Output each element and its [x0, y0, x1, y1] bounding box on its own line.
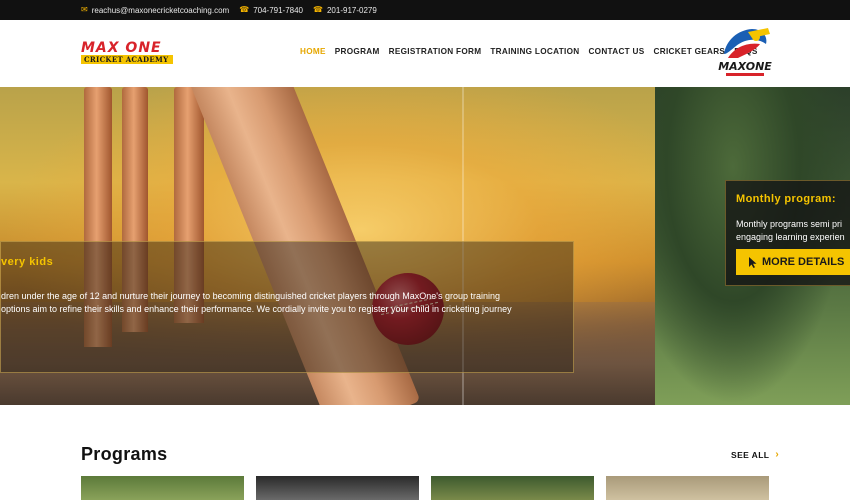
- monthly-program-text: Monthly programs semi pri engaging learn…: [736, 218, 845, 244]
- monthly-program-line-1: Monthly programs semi pri: [736, 219, 843, 229]
- contact-phone-2[interactable]: ☎ 201-917-0279: [313, 6, 377, 15]
- program-card-1[interactable]: [81, 476, 244, 500]
- nav-item-home[interactable]: HOME: [300, 47, 326, 56]
- nav-item-training-location[interactable]: TRAINING LOCATION: [490, 47, 579, 56]
- phone-icon: ☎: [313, 5, 323, 14]
- phone-icon: ☎: [239, 5, 250, 14]
- nav-item-contact-us[interactable]: CONTACT US: [588, 47, 644, 56]
- site-logo[interactable]: MAX ONE CRICKET ACADEMY: [81, 41, 173, 66]
- hero-slider[interactable]: very kids dren under the age of 12 and n…: [0, 87, 850, 405]
- see-all-label: SEE ALL: [731, 449, 770, 460]
- contact-phone-1[interactable]: ☎ 704-791-7840: [239, 6, 303, 15]
- logo-tagline: CRICKET ACADEMY: [81, 55, 173, 64]
- hero-caption-line-2: options aim to refine their skills and e…: [1, 304, 512, 314]
- contact-email[interactable]: ✉ reachus@maxonecricketcoaching.com: [81, 6, 229, 15]
- nav-item-cricket-gears[interactable]: CRICKET GEARS: [654, 47, 726, 56]
- more-details-label: MORE DETAILS: [762, 256, 845, 268]
- program-card-3[interactable]: [431, 476, 594, 500]
- programs-heading: Programs: [81, 444, 168, 464]
- program-card-4[interactable]: [606, 476, 769, 500]
- phone-1-text: 704-791-7840: [253, 5, 304, 15]
- email-text: reachus@maxonecricketcoaching.com: [91, 5, 230, 15]
- hero-caption-title: very kids: [1, 256, 54, 268]
- more-details-button[interactable]: MORE DETAILS: [736, 249, 850, 275]
- program-card-2[interactable]: [256, 476, 419, 500]
- monthly-program-title: Monthly program:: [736, 193, 836, 205]
- hero-caption-line-1: dren under the age of 12 and nurture the…: [1, 291, 501, 301]
- nav-item-registration-form[interactable]: REGISTRATION FORM: [389, 47, 482, 56]
- site-header: MAX ONE CRICKET ACADEMY HOME PROGRAM REG…: [0, 20, 850, 87]
- maxone-badge-logo[interactable]: MAXONE: [718, 24, 772, 82]
- hero-caption: very kids dren under the age of 12 and n…: [0, 241, 574, 373]
- chevron-right-icon: ›: [775, 449, 780, 460]
- monthly-program-caption: Monthly program: Monthly programs semi p…: [725, 180, 850, 286]
- page: ✉ reachus@maxonecricketcoaching.com ☎ 70…: [0, 0, 850, 500]
- see-all-link[interactable]: SEE ALL ›: [731, 449, 779, 460]
- hero-caption-text: dren under the age of 12 and nurture the…: [1, 290, 571, 316]
- hero-slide-active: very kids dren under the age of 12 and n…: [0, 87, 655, 405]
- nav-item-program[interactable]: PROGRAM: [335, 47, 380, 56]
- top-contact-bar: ✉ reachus@maxonecricketcoaching.com ☎ 70…: [0, 0, 850, 20]
- main-nav: HOME PROGRAM REGISTRATION FORM TRAINING …: [300, 47, 758, 56]
- monthly-program-line-2: engaging learning experien: [736, 232, 845, 242]
- phone-2-text: 201-917-0279: [326, 5, 377, 15]
- cursor-icon: [749, 256, 757, 268]
- badge-logo-text: MAXONE: [718, 60, 772, 73]
- mail-icon: ✉: [81, 5, 88, 14]
- logo-wordmark: MAX ONE: [81, 40, 162, 56]
